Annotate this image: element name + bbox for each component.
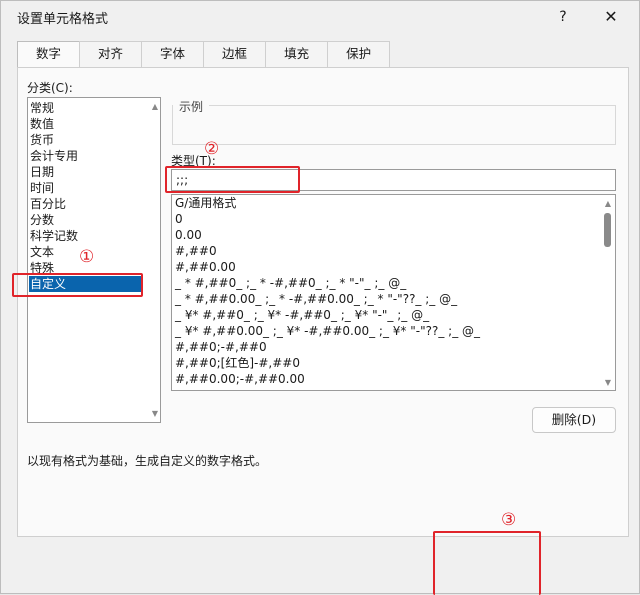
- sample-label: 示例: [179, 100, 204, 114]
- format-item[interactable]: #,##0.00: [172, 259, 615, 275]
- category-item-scientific[interactable]: 科学记数: [29, 228, 143, 244]
- title-bar: 设置单元格格式 ? ✕: [1, 1, 639, 33]
- help-icon[interactable]: ?: [549, 4, 577, 30]
- dialog-title: 设置单元格格式: [17, 12, 109, 27]
- format-description: 以现有格式为基础，生成自定义的数字格式。: [27, 454, 268, 468]
- category-item-general[interactable]: 常规: [29, 100, 143, 116]
- format-item[interactable]: 0: [172, 211, 615, 227]
- category-item-percentage[interactable]: 百分比: [29, 196, 143, 212]
- format-item[interactable]: #,##0.00;-#,##0.00: [172, 371, 615, 387]
- format-item[interactable]: #,##0;-#,##0: [172, 339, 615, 355]
- category-item-fraction[interactable]: 分数: [29, 212, 143, 228]
- dialog-footer: [1, 539, 639, 593]
- annotation-box-ok: [433, 531, 541, 595]
- format-item[interactable]: _ ¥* #,##0_ ;_ ¥* -#,##0_ ;_ ¥* "-"_ ;_ …: [172, 307, 615, 323]
- scroll-up-arrow-icon[interactable]: ▲: [605, 199, 611, 208]
- format-item[interactable]: _ * #,##0_ ;_ * -#,##0_ ;_ * "-"_ ;_ @_: [172, 275, 615, 291]
- format-item[interactable]: _ * #,##0.00_ ;_ * -#,##0.00_ ;_ * "-"??…: [172, 291, 615, 307]
- scroll-down-arrow-icon[interactable]: ▼: [605, 378, 611, 387]
- format-item[interactable]: #,##0;[红色]-#,##0: [172, 355, 615, 371]
- annotation-box-type: [165, 166, 300, 193]
- category-item-accounting[interactable]: 会计专用: [29, 148, 143, 164]
- tab-strip: 数字 对齐 字体 边框 填充 保护: [17, 41, 391, 68]
- annotation-box-custom: [12, 273, 143, 297]
- tab-alignment[interactable]: 对齐: [79, 41, 143, 67]
- tab-protection[interactable]: 保护: [327, 41, 391, 67]
- scrollbar-thumb[interactable]: [604, 213, 611, 247]
- format-item[interactable]: _ ¥* #,##0.00_ ;_ ¥* -#,##0.00_ ;_ ¥* "-…: [172, 323, 615, 339]
- annotation-number-one: ①: [79, 247, 95, 267]
- category-item-number[interactable]: 数值: [29, 116, 143, 132]
- scroll-up-arrow-icon[interactable]: ▲: [152, 102, 158, 111]
- tab-font[interactable]: 字体: [141, 41, 205, 67]
- format-item[interactable]: #,##0: [172, 243, 615, 259]
- format-code-list[interactable]: G/通用格式 0 0.00 #,##0 #,##0.00 _ * #,##0_ …: [171, 194, 616, 391]
- category-item-currency[interactable]: 货币: [29, 132, 143, 148]
- delete-button[interactable]: 删除(D): [532, 407, 616, 433]
- category-label: 分类(C):: [27, 81, 73, 95]
- category-item-date[interactable]: 日期: [29, 164, 143, 180]
- scroll-down-arrow-icon[interactable]: ▼: [152, 409, 158, 418]
- format-cells-dialog: 设置单元格格式 ? ✕ 数字 对齐 字体 边框 填充 保护 分类(C): 常规 …: [0, 0, 640, 595]
- tab-fill[interactable]: 填充: [265, 41, 329, 67]
- sample-preview-box: [172, 105, 616, 145]
- annotation-number-three: ③: [501, 510, 517, 530]
- tab-border[interactable]: 边框: [203, 41, 267, 67]
- close-icon[interactable]: ✕: [597, 4, 625, 30]
- format-item[interactable]: G/通用格式: [172, 195, 615, 211]
- tab-number[interactable]: 数字: [17, 41, 81, 68]
- category-item-time[interactable]: 时间: [29, 180, 143, 196]
- sample-group-line: [209, 105, 616, 106]
- format-item[interactable]: 0.00: [172, 227, 615, 243]
- annotation-number-two: ②: [204, 139, 220, 159]
